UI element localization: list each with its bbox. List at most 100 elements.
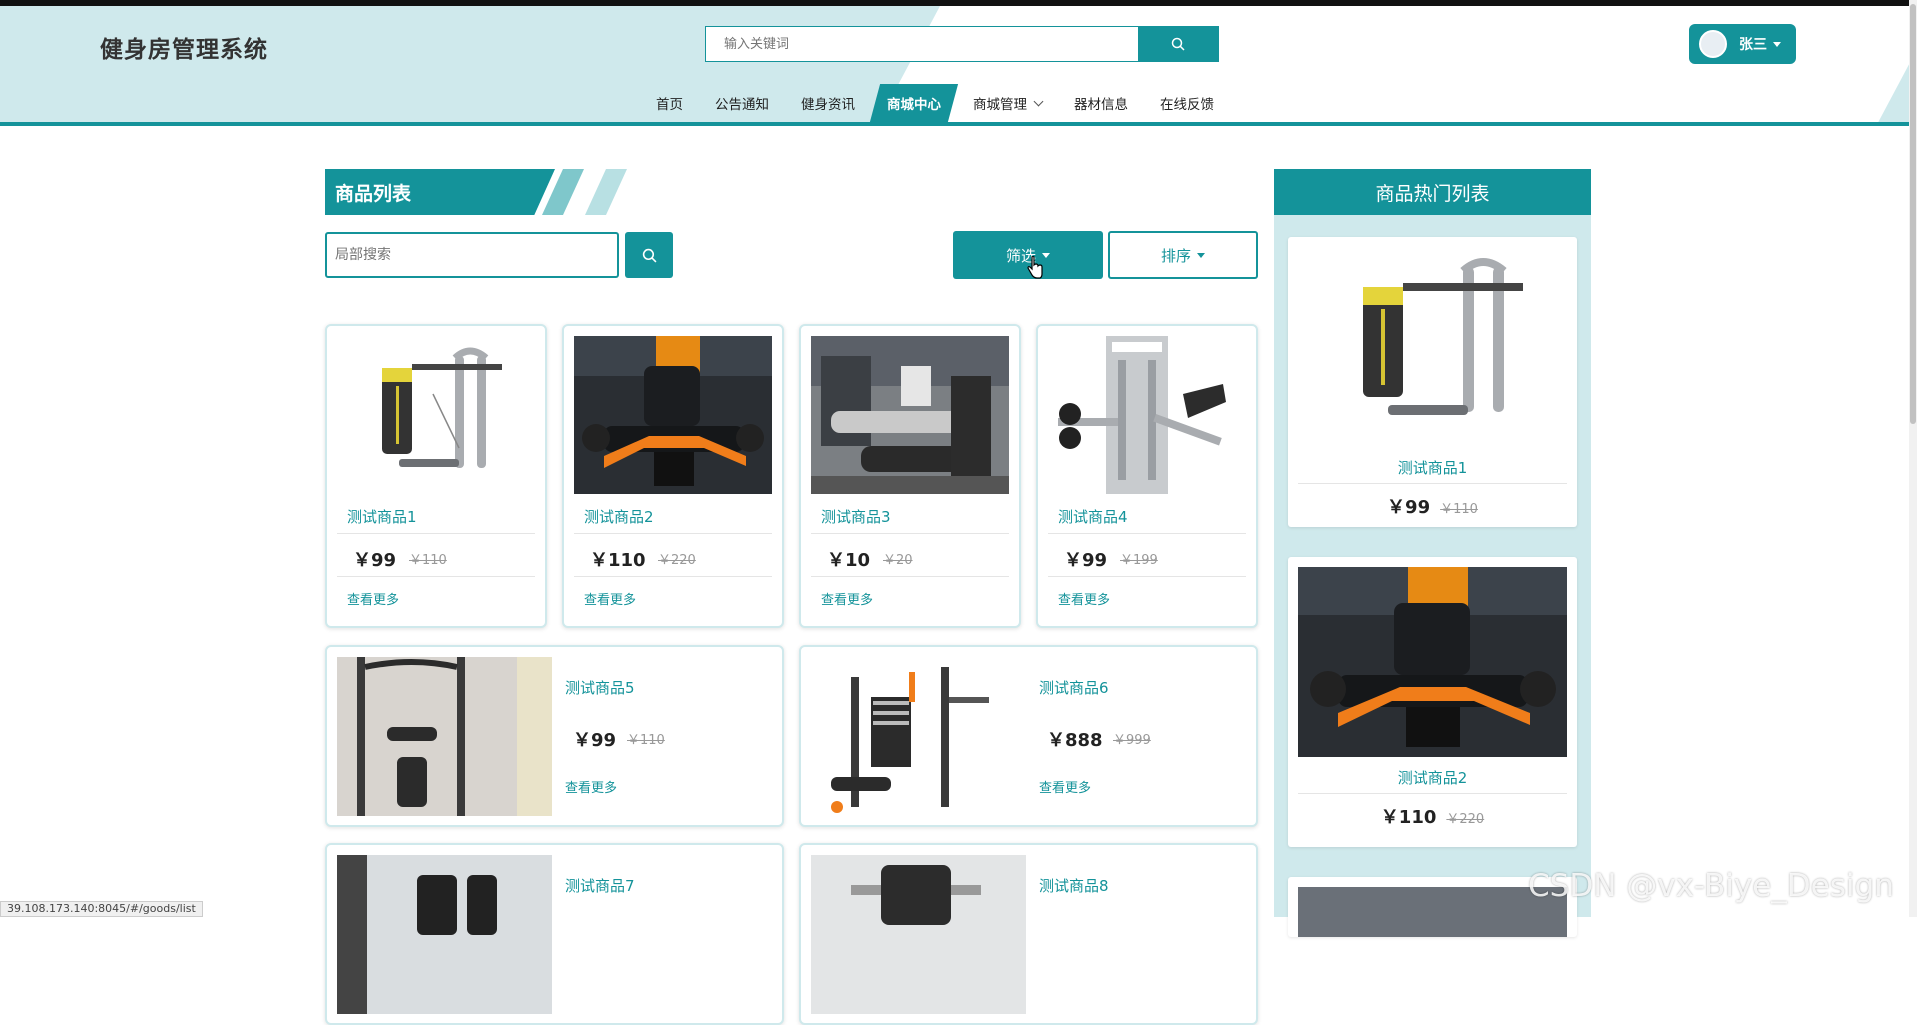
product-image[interactable] [811, 657, 1026, 816]
product-old-price: ￥20 [883, 553, 913, 568]
title-stripe [585, 169, 627, 215]
nav-feedback[interactable]: 在线反馈 [1144, 84, 1230, 122]
nav-mall-center[interactable]: 商城中心 [871, 84, 957, 122]
divider [1298, 483, 1567, 484]
caret-down-icon [1197, 252, 1205, 258]
view-more-link[interactable]: 查看更多 [584, 589, 636, 608]
hot-item-prices: ￥99 ￥110 [1288, 493, 1577, 519]
chevron-down-icon [1033, 96, 1044, 106]
product-image[interactable] [337, 336, 535, 494]
section-title-text: 商品列表 [335, 182, 412, 205]
user-menu-button[interactable]: 张三 [1689, 24, 1796, 64]
nav-home-label: 首页 [656, 97, 683, 113]
product-old-price: ￥220 [658, 553, 696, 568]
product-price: ￥99 [573, 730, 617, 751]
product-price: ￥99 [1064, 550, 1108, 571]
sort-button[interactable]: 排序 [1108, 231, 1258, 279]
nav-feedback-label: 在线反馈 [1160, 97, 1214, 113]
search-icon [642, 248, 656, 262]
product-price: ￥110 [590, 550, 646, 571]
product-name[interactable]: 测试商品5 [565, 677, 635, 698]
product-name[interactable]: 测试商品8 [1039, 875, 1109, 896]
product-image[interactable] [574, 336, 772, 494]
hot-item-image[interactable] [1298, 567, 1567, 757]
view-more-link[interactable]: 查看更多 [821, 589, 873, 608]
view-more-link[interactable]: 查看更多 [565, 777, 617, 796]
divider [1048, 576, 1246, 577]
avatar [1699, 30, 1727, 58]
hot-item-price: ￥110 [1380, 807, 1437, 828]
nav-mall-management-label: 商城管理 [973, 97, 1027, 113]
hot-item-image[interactable] [1298, 887, 1567, 937]
nav-fitness-news-label: 健身资讯 [801, 97, 855, 113]
nav-fitness-news[interactable]: 健身资讯 [785, 84, 871, 122]
product-image[interactable] [811, 855, 1026, 1014]
watermark: CSDN @vx-Biye_Design [1528, 868, 1894, 904]
scrollbar-thumb[interactable] [1910, 4, 1916, 424]
product-price: ￥888 [1047, 730, 1103, 751]
search-button[interactable] [1138, 27, 1218, 61]
divider [1048, 533, 1246, 534]
section-title: 商品列表 [325, 169, 555, 215]
main-nav: 首页 公告通知 健身资讯 商城中心 商城管理 器材信息 在线反馈 [640, 84, 1230, 122]
local-search-input[interactable] [325, 232, 619, 278]
product-name[interactable]: 测试商品4 [1058, 506, 1128, 527]
nav-mall-management[interactable]: 商城管理 [957, 84, 1058, 122]
product-card[interactable]: 测试商品8 [799, 843, 1258, 1025]
hot-item-card[interactable]: 测试商品2 ￥110 ￥220 [1288, 557, 1577, 847]
product-name[interactable]: 测试商品2 [584, 506, 654, 527]
nav-equipment[interactable]: 器材信息 [1058, 84, 1144, 122]
product-card[interactable]: 测试商品3 ￥10 ￥20 查看更多 [799, 324, 1021, 628]
nav-mall-center-label: 商城中心 [887, 97, 941, 113]
hot-item-price: ￥99 [1387, 497, 1431, 518]
view-more-link[interactable]: 查看更多 [1039, 777, 1091, 796]
product-name[interactable]: 测试商品1 [347, 506, 417, 527]
product-card[interactable]: 测试商品2 ￥110 ￥220 查看更多 [562, 324, 784, 628]
status-bar-url: 39.108.173.140:8045/#/goods/list [0, 901, 203, 917]
view-more-link[interactable]: 查看更多 [1058, 589, 1110, 608]
hot-item-old-price: ￥110 [1440, 502, 1478, 517]
divider [811, 533, 1009, 534]
hot-item-name[interactable]: 测试商品2 [1288, 767, 1577, 788]
search-input[interactable] [706, 27, 1138, 61]
product-card[interactable]: 测试商品7 [325, 843, 784, 1025]
hot-item-image[interactable] [1298, 247, 1567, 447]
hot-item-prices: ￥110 ￥220 [1288, 803, 1577, 829]
product-image[interactable] [1048, 336, 1246, 494]
nav-notices[interactable]: 公告通知 [699, 84, 785, 122]
product-image[interactable] [811, 336, 1009, 494]
product-old-price: ￥110 [627, 733, 665, 748]
product-image[interactable] [337, 657, 552, 816]
hot-list-panel: 商品热门列表 测试商品1 ￥99 ￥110 测试商品2 ￥110 ￥220 [1274, 169, 1591, 937]
product-old-price: ￥199 [1120, 553, 1158, 568]
hot-item-name[interactable]: 测试商品1 [1288, 457, 1577, 478]
scrollbar[interactable] [1909, 0, 1917, 917]
product-name[interactable]: 测试商品7 [565, 875, 635, 896]
product-image[interactable] [337, 855, 552, 1014]
nav-equipment-label: 器材信息 [1074, 97, 1128, 113]
product-card[interactable]: 测试商品5 ￥99 ￥110 查看更多 [325, 645, 784, 827]
view-more-link[interactable]: 查看更多 [347, 589, 399, 608]
divider [1298, 793, 1567, 794]
caret-down-icon [1773, 41, 1781, 47]
nav-home[interactable]: 首页 [640, 84, 699, 122]
product-price: ￥10 [827, 550, 871, 571]
user-name: 张三 [1739, 37, 1767, 53]
product-name[interactable]: 测试商品6 [1039, 677, 1109, 698]
hot-item-old-price: ￥220 [1446, 812, 1485, 827]
local-search-button[interactable] [625, 232, 673, 278]
product-card[interactable]: 测试商品4 ￥99 ￥199 查看更多 [1036, 324, 1258, 628]
hand-cursor-icon [1027, 256, 1043, 279]
divider [337, 576, 535, 577]
hot-item-card[interactable]: 测试商品1 ￥99 ￥110 [1288, 237, 1577, 527]
product-card[interactable]: 测试商品1 ￥99 ￥110 查看更多 [325, 324, 547, 628]
divider [811, 576, 1009, 577]
product-price: ￥99 [353, 550, 397, 571]
app-title: 健身房管理系统 [100, 37, 268, 63]
divider [574, 576, 772, 577]
product-card[interactable]: 测试商品6 ￥888 ￥999 查看更多 [799, 645, 1258, 827]
product-old-price: ￥999 [1113, 733, 1151, 748]
product-old-price: ￥110 [409, 553, 447, 568]
global-search [705, 26, 1219, 62]
product-name[interactable]: 测试商品3 [821, 506, 891, 527]
